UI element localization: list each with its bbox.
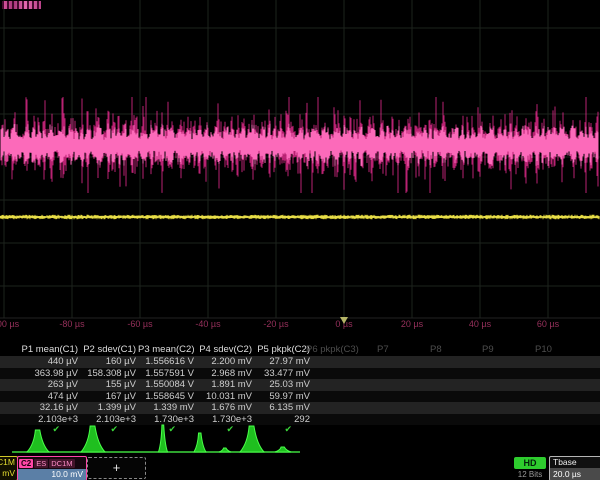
measure-table-row: 363.98 µV158.308 µV1.557591 V2.968 mV33.… xyxy=(0,368,600,380)
measure-cell: 33.477 mV xyxy=(254,368,312,380)
measure-cell: 2.968 mV xyxy=(196,368,254,380)
c2-channel-badge: C2 xyxy=(19,459,33,468)
measure-column-header[interactable]: P1 mean(C1) xyxy=(0,344,80,356)
time-tick-label: -100 µs xyxy=(0,319,19,329)
measure-cell: 6.135 mV xyxy=(254,402,312,414)
trend-histogram-trace xyxy=(0,418,320,458)
timebase-descriptor[interactable]: Tbase 20.0 µs xyxy=(549,456,600,480)
time-tick-label: -20 µs xyxy=(263,319,288,329)
time-tick-label: 20 µs xyxy=(401,319,423,329)
measure-cell: 27.97 mV xyxy=(254,356,312,368)
timebase-value: 20.0 µs xyxy=(550,468,600,480)
trace-descriptor-label xyxy=(2,1,41,9)
time-tick-label: -40 µs xyxy=(195,319,220,329)
time-tick-label: 40 µs xyxy=(469,319,491,329)
measure-cell: 440 µV xyxy=(0,356,80,368)
measure-cell: 1.399 µV xyxy=(80,402,138,414)
c1-coupling-label: DC1M xyxy=(0,457,17,468)
measure-column-header[interactable]: P2 sdev(C1) xyxy=(80,344,138,356)
measure-table-row: 32.16 µV1.399 µV1.339 mV1.676 mV6.135 mV xyxy=(0,402,600,414)
measure-column-header[interactable]: P3 mean(C2) xyxy=(138,344,196,356)
hd-mode-badge[interactable]: HD xyxy=(514,457,546,469)
measure-cell: 32.16 µV xyxy=(0,402,80,414)
measure-cell: 10.031 mV xyxy=(196,391,254,403)
measure-table-row: 440 µV160 µV1.556616 V2.200 mV27.97 mV xyxy=(0,356,600,368)
time-tick-label: 60 µs xyxy=(537,319,559,329)
measure-cell: 2.200 mV xyxy=(196,356,254,368)
measure-cell: 1.556616 V xyxy=(138,356,196,368)
measure-cell: 167 µV xyxy=(80,391,138,403)
measure-cell: 1.676 mV xyxy=(196,402,254,414)
measure-column-header-inactive[interactable]: P8 xyxy=(430,344,442,355)
channel-c2-descriptor[interactable]: C2 ES DC1M 10.0 mV xyxy=(17,456,87,480)
c2-scale-value: 10.0 mV xyxy=(18,469,86,480)
c1-scale-value: 0 mV xyxy=(0,468,17,479)
waveform-grid xyxy=(0,0,600,334)
measure-cell: 1.550084 V xyxy=(138,379,196,391)
measure-column-header[interactable]: P5 pkpk(C2) xyxy=(254,344,312,356)
measure-cell: 363.98 µV xyxy=(0,368,80,380)
measure-column-header-inactive[interactable]: P7 xyxy=(377,344,389,355)
channel-c1-descriptor[interactable]: DC1M 0 mV xyxy=(0,456,18,480)
measure-table-row: 263 µV155 µV1.550084 V1.891 mV25.03 mV xyxy=(0,379,600,391)
measure-cell: 263 µV xyxy=(0,379,80,391)
measure-table-row: 474 µV167 µV1.558645 V10.031 mV59.97 mV xyxy=(0,391,600,403)
measure-column-header-inactive[interactable]: P9 xyxy=(482,344,494,355)
trigger-position-icon[interactable] xyxy=(340,317,348,324)
time-tick-label: -80 µs xyxy=(59,319,84,329)
timebase-label: Tbase xyxy=(550,457,600,467)
measure-cell: 1.339 mV xyxy=(138,402,196,414)
measure-column-header-inactive[interactable]: P6 pkpk(C3) xyxy=(306,344,359,355)
measure-cell: 474 µV xyxy=(0,391,80,403)
oscilloscope-screen: -100 µs-80 µs-60 µs-40 µs-20 µs0 µs20 µs… xyxy=(0,0,600,480)
measure-cell: 25.03 mV xyxy=(254,379,312,391)
measure-cell: 1.557591 V xyxy=(138,368,196,380)
time-tick-label: -60 µs xyxy=(127,319,152,329)
measure-table-header[interactable]: P1 mean(C1)P2 sdev(C1)P3 mean(C2)P4 sdev… xyxy=(0,344,600,356)
add-trace-button[interactable]: + xyxy=(87,457,146,479)
c2-es-badge: ES xyxy=(34,459,48,468)
measure-cell: 160 µV xyxy=(80,356,138,368)
measure-column-header[interactable]: P4 sdev(C2) xyxy=(196,344,254,356)
measure-cell: 1.891 mV xyxy=(196,379,254,391)
measure-column-header-inactive[interactable]: P10 xyxy=(535,344,552,355)
measure-cell: 158.308 µV xyxy=(80,368,138,380)
measure-cell: 1.558645 V xyxy=(138,391,196,403)
measure-cell: 155 µV xyxy=(80,379,138,391)
c2-coupling-badge: DC1M xyxy=(49,459,74,468)
bit-resolution-label: 12 Bits xyxy=(513,470,547,479)
measure-cell: 59.97 mV xyxy=(254,391,312,403)
